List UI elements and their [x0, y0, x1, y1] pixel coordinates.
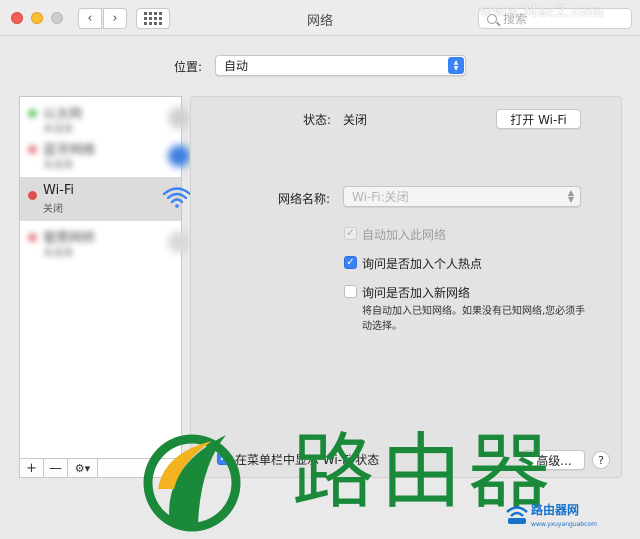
thunderbolt-icon	[168, 231, 190, 253]
status-dot	[28, 191, 37, 200]
service-item-thunderbolt[interactable]: 雷雳网桥 未连接	[20, 221, 190, 265]
ask-new-network-checkbox[interactable]	[344, 285, 357, 298]
title-bar: ‹ › 网络 www.MacZ.com	[0, 0, 640, 36]
status-label: 状态:	[303, 113, 332, 127]
status-value: 关闭	[343, 113, 368, 127]
ask-hotspot-label: 询问是否加入个人热点	[362, 257, 483, 271]
router-wifi-icon	[506, 506, 528, 524]
wifi-icon	[162, 187, 192, 208]
site-name: 路由器网	[531, 503, 580, 517]
auto-join-label: 自动加入此网络	[362, 228, 447, 242]
site-url: www.yxuyanguabcom	[531, 521, 597, 528]
add-service-button[interactable]: +	[20, 459, 44, 477]
remove-service-button[interactable]: —	[44, 459, 68, 477]
location-popup[interactable]: 自动 ▲ ▼	[215, 55, 466, 76]
gear-menu-button[interactable]: ⚙▾	[68, 459, 98, 477]
status-dot	[28, 145, 37, 154]
ethernet-icon	[168, 107, 190, 129]
auto-join-checkbox[interactable]: ✓	[344, 227, 357, 240]
updown-icon: ▲ ▼	[567, 188, 574, 204]
turn-on-wifi-button[interactable]: 打开 Wi-Fi	[496, 109, 581, 129]
gear-icon: ⚙▾	[74, 461, 91, 475]
help-button[interactable]: ?	[592, 451, 610, 469]
network-name-value: Wi-Fi:关闭	[352, 190, 409, 204]
location-label: 位置:	[174, 60, 203, 74]
network-name-popup[interactable]: Wi-Fi:关闭 ▲ ▼	[343, 186, 581, 207]
ask-new-network-note: 将自动加入已知网络。如果没有已知网络,您必须手动选择。	[362, 306, 586, 332]
bluetooth-icon	[168, 145, 190, 167]
updown-icon: ▲ ▼	[448, 57, 464, 74]
site-watermark: 路由器网 www.yxuyanguabcom	[505, 497, 635, 537]
network-name-label: 网络名称:	[278, 192, 331, 206]
router-logo-icon	[143, 434, 241, 532]
service-status: 关闭	[43, 204, 63, 215]
service-name: Wi-Fi	[43, 183, 75, 198]
status-dot	[28, 109, 37, 118]
watermark-macz: www.MacZ.com	[480, 4, 605, 20]
service-list[interactable]: 以太网 未连接 蓝牙网络 未连接 Wi-Fi 关闭 雷雳网桥 未连接	[19, 96, 192, 478]
ask-hotspot-checkbox[interactable]: ✓	[344, 256, 357, 269]
ask-new-network-label: 询问是否加入新网络	[362, 286, 471, 300]
status-dot	[28, 233, 37, 242]
service-item-bluetooth[interactable]: 蓝牙网络 未连接	[20, 133, 190, 177]
service-item-wifi[interactable]: Wi-Fi 关闭	[20, 177, 192, 221]
location-value: 自动	[224, 59, 249, 73]
